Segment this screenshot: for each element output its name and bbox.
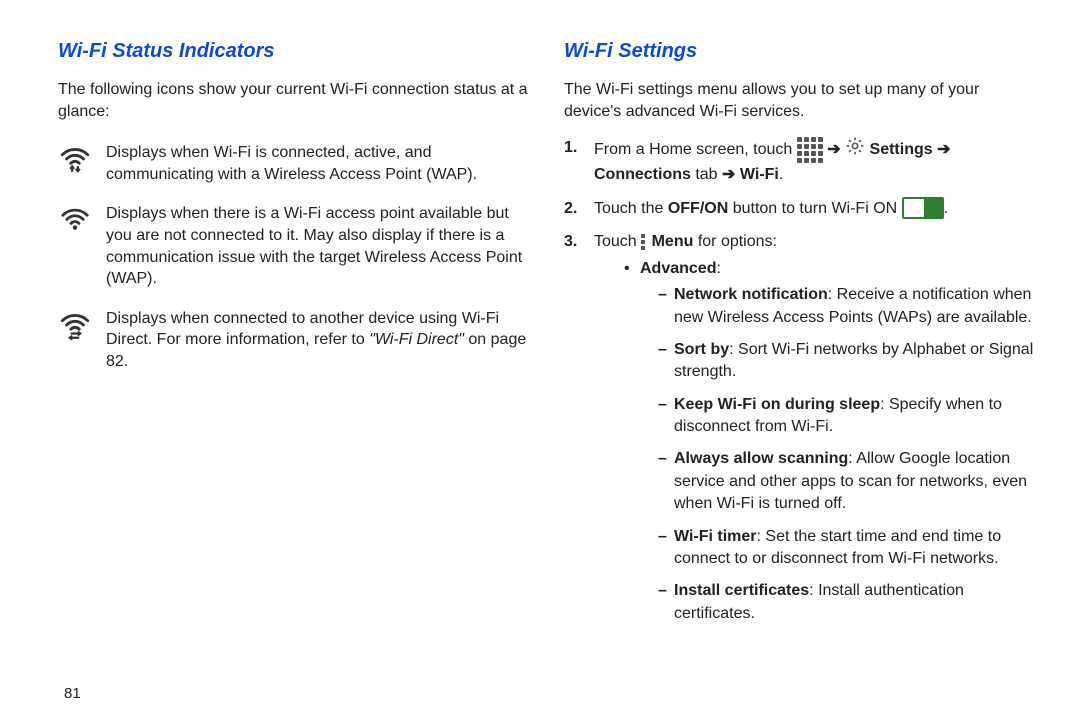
- colon: :: [716, 260, 720, 277]
- advanced-label: Advanced: [640, 260, 716, 277]
- advanced-item: Network notification: Receive a notifica…: [658, 284, 1034, 329]
- advanced-item: Keep Wi-Fi on during sleep: Specify when…: [658, 394, 1034, 439]
- apps-grid-icon: [797, 137, 823, 163]
- connections-label: Connections: [594, 166, 691, 183]
- status-desc: Displays when connected to another devic…: [106, 302, 528, 385]
- wifi-connected-icon: [58, 136, 106, 197]
- menu-dots-icon: [641, 232, 645, 252]
- advanced-item: Sort by: Sort Wi-Fi networks by Alphabet…: [658, 339, 1034, 384]
- left-column: Wi-Fi Status Indicators The following ic…: [58, 32, 528, 635]
- opt-title: Network notification: [674, 286, 828, 303]
- period: .: [779, 166, 783, 183]
- wifi-label: Wi-Fi: [740, 166, 779, 183]
- step-text: From a Home screen, touch: [594, 141, 797, 158]
- right-intro: The Wi-Fi settings menu allows you to se…: [564, 79, 1034, 122]
- step-text: button to turn Wi-Fi ON: [728, 200, 901, 217]
- settings-label: Settings: [870, 141, 933, 158]
- status-icon-table: Displays when Wi-Fi is connected, active…: [58, 136, 528, 384]
- period: .: [944, 200, 948, 217]
- status-row: Displays when there is a Wi-Fi access po…: [58, 197, 528, 301]
- left-heading: Wi-Fi Status Indicators: [58, 40, 528, 63]
- manual-page: Wi-Fi Status Indicators The following ic…: [0, 0, 1080, 655]
- advanced-item: Wi-Fi timer: Set the start time and end …: [658, 526, 1034, 571]
- wifi-available-icon: [58, 197, 106, 301]
- step-2: Touch the OFF/ON button to turn Wi-Fi ON…: [564, 197, 1034, 220]
- right-column: Wi-Fi Settings The Wi-Fi settings menu a…: [564, 32, 1034, 635]
- arrow-icon: ➔: [827, 141, 845, 158]
- step-3: Touch Menu for options: Advanced: Networ…: [564, 230, 1034, 625]
- opt-title: Install certificates: [674, 582, 809, 599]
- arrow-icon: ➔: [937, 141, 950, 158]
- opt-title: Keep Wi-Fi on during sleep: [674, 396, 880, 413]
- steps-list: From a Home screen, touch ➔ Settings ➔ C…: [564, 136, 1034, 625]
- status-row: Displays when Wi-Fi is connected, active…: [58, 136, 528, 197]
- opt-title: Wi-Fi timer: [674, 528, 757, 545]
- advanced-item: Install certificates: Install authentica…: [658, 580, 1034, 625]
- opt-title: Always allow scanning: [674, 450, 848, 467]
- step-text: Touch the: [594, 200, 668, 217]
- cross-ref: "Wi-Fi Direct": [369, 331, 464, 348]
- right-heading: Wi-Fi Settings: [564, 40, 1034, 63]
- wifi-direct-icon: [58, 302, 106, 385]
- offon-label: OFF/ON: [668, 200, 728, 217]
- opt-title: Sort by: [674, 341, 729, 358]
- advanced-item: Always allow scanning: Allow Google loca…: [658, 448, 1034, 515]
- status-desc: Displays when Wi-Fi is connected, active…: [106, 136, 528, 197]
- left-intro: The following icons show your current Wi…: [58, 79, 528, 122]
- toggle-on-icon: [902, 197, 944, 219]
- advanced-options: Network notification: Receive a notifica…: [658, 284, 1034, 625]
- step-text: for options:: [693, 233, 777, 250]
- status-desc: Displays when there is a Wi-Fi access po…: [106, 197, 528, 301]
- menu-label: Menu: [652, 233, 694, 250]
- status-row: Displays when connected to another devic…: [58, 302, 528, 385]
- page-number: 81: [64, 685, 81, 702]
- gear-icon: [845, 136, 865, 163]
- step-1: From a Home screen, touch ➔ Settings ➔ C…: [564, 136, 1034, 186]
- option-advanced: Advanced: Network notification: Receive …: [624, 257, 1034, 625]
- options-bullets: Advanced: Network notification: Receive …: [624, 257, 1034, 625]
- tab-word: tab: [691, 166, 722, 183]
- arrow-icon: ➔: [722, 166, 740, 183]
- step-text: Touch: [594, 233, 641, 250]
